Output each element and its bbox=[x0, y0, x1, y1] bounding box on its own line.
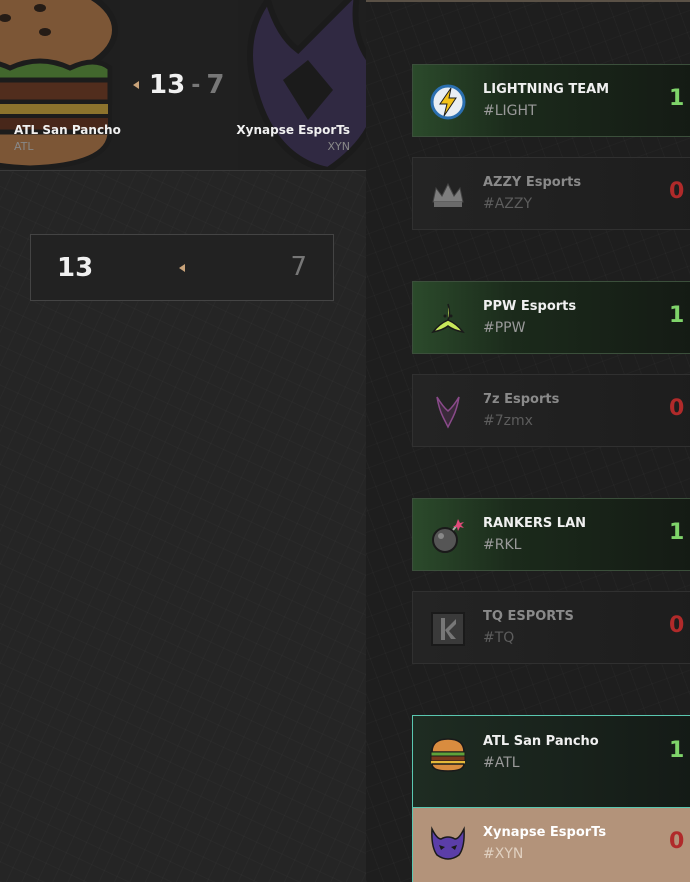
team-tag: #XYN bbox=[483, 846, 524, 862]
team-name: AZZY Esports bbox=[483, 175, 582, 190]
divider bbox=[366, 0, 690, 2]
team-name: ATL San Pancho bbox=[483, 734, 599, 749]
team-tag: #LIGHT bbox=[483, 103, 537, 119]
team-points: 0 bbox=[669, 179, 685, 204]
team-name: Xynapse EsporTs bbox=[483, 825, 607, 840]
score-separator: - bbox=[191, 72, 201, 98]
team-points: 0 bbox=[669, 396, 685, 421]
team-points: 1 bbox=[669, 86, 685, 111]
dragon-icon bbox=[436, 396, 460, 429]
team-points: 1 bbox=[669, 520, 685, 545]
crown-icon bbox=[432, 182, 464, 207]
team-tag: #RKL bbox=[483, 537, 522, 553]
banana-icon bbox=[431, 303, 465, 334]
team-name: 7z Esports bbox=[483, 392, 560, 407]
scorebox-right-score: 7 bbox=[290, 252, 307, 282]
team-points: 1 bbox=[669, 303, 685, 328]
right-team-name: Xynapse EsporTs bbox=[236, 123, 350, 137]
left-team-name: ATL San Pancho bbox=[14, 123, 121, 137]
bracket-team-card[interactable]: PPW Esports #PPW 1 bbox=[412, 281, 690, 354]
demon-icon bbox=[431, 826, 465, 860]
team-tag: #TQ bbox=[483, 630, 515, 646]
team-name: PPW Esports bbox=[483, 299, 577, 314]
bracket-team-card[interactable]: TQ ESPORTS #TQ 0 bbox=[412, 591, 690, 664]
score-summary-box: 13 7 bbox=[30, 234, 334, 301]
team-tag: #ATL bbox=[483, 755, 520, 771]
team-points: 0 bbox=[669, 613, 685, 638]
bracket-team-card-selected[interactable]: ATL San Pancho #ATL 1 bbox=[412, 715, 690, 808]
right-team-tag: XYN bbox=[327, 140, 350, 153]
team-name: LIGHTNING TEAM bbox=[483, 82, 610, 97]
bracket-team-card-selected[interactable]: Xynapse EsporTs #XYN 0 bbox=[412, 808, 690, 882]
lightning-icon bbox=[430, 84, 466, 120]
left-team-tag: ATL bbox=[14, 140, 34, 153]
team-points: 0 bbox=[669, 829, 685, 854]
bomb-icon bbox=[432, 519, 464, 553]
bracket-team-card[interactable]: RANKERS LAN #RKL 1 bbox=[412, 498, 690, 571]
scorebox-left-score: 13 bbox=[57, 253, 94, 283]
team-name: RANKERS LAN bbox=[483, 516, 587, 531]
winner-arrow-icon bbox=[179, 264, 185, 272]
team-tag: #7zmx bbox=[483, 413, 533, 429]
bracket-team-card[interactable]: LIGHTNING TEAM #LIGHT 1 bbox=[412, 64, 690, 137]
team-name: TQ ESPORTS bbox=[483, 609, 574, 624]
team-points: 1 bbox=[669, 738, 685, 763]
burger-icon bbox=[430, 738, 466, 772]
bracket-team-card[interactable]: 7z Esports #7zmx 0 bbox=[412, 374, 690, 447]
right-score: 7 bbox=[206, 70, 225, 100]
left-score: 13 bbox=[149, 70, 186, 100]
winner-arrow-icon bbox=[133, 81, 139, 89]
team-tag: #PPW bbox=[483, 320, 526, 336]
team-tag: #AZZY bbox=[483, 196, 533, 212]
bracket-team-card[interactable]: AZZY Esports #AZZY 0 bbox=[412, 157, 690, 230]
match-header[interactable]: 13 - 7 ATL San Pancho ATL Xynapse EsporT… bbox=[0, 0, 366, 171]
tq-logo-icon bbox=[431, 612, 465, 646]
header-score: 13 - 7 bbox=[133, 70, 224, 100]
